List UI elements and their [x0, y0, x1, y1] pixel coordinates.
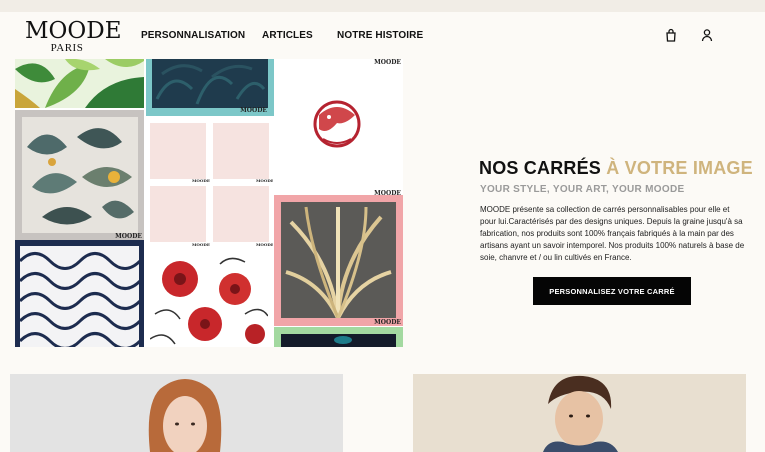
- scarf-brand-mark: MOODE: [374, 59, 401, 66]
- scarf-brand-mark: MOODE: [240, 107, 267, 114]
- model-photo-woman[interactable]: [10, 374, 343, 452]
- shopping-bag-icon[interactable]: [664, 28, 678, 42]
- hero-subtitle: YOUR STYLE, YOUR ART, YOUR MOODE: [480, 184, 685, 195]
- nav-item-articles[interactable]: ARTICLES: [262, 30, 313, 41]
- scarf-brand-mark: MOODE: [192, 242, 210, 247]
- brand-logo-name: MOODE: [25, 18, 122, 44]
- page: MOODE PARIS PERSONNALISATION ARTICLES NO…: [0, 12, 765, 452]
- scarf-brand-mark: MOODE: [256, 242, 273, 247]
- scarf-pink-fans[interactable]: MOODE MOODE MOODE MOODE: [146, 118, 273, 249]
- hero-title-main: NOS CARRÉS: [479, 158, 602, 178]
- user-icon[interactable]: [700, 28, 714, 42]
- scarf-tropical-leaves[interactable]: [15, 59, 144, 108]
- scarf-brand-mark: MOODE: [256, 178, 273, 183]
- scarf-teal-navy[interactable]: MOODE: [146, 59, 274, 116]
- scarf-brand-mark: MOODE: [192, 178, 210, 183]
- model-photo-man[interactable]: [413, 374, 746, 452]
- nav-item-notre-histoire[interactable]: NOTRE HISTOIRE: [337, 30, 423, 41]
- scarf-navy-waves[interactable]: [15, 240, 144, 347]
- scarf-brand-mark: MOODE: [115, 233, 142, 240]
- scarf-palm-leaves[interactable]: MOODE: [274, 195, 403, 326]
- scarf-brand-mark: MOODE: [374, 319, 401, 326]
- scarf-red-flowers[interactable]: [146, 254, 273, 347]
- scarf-green-border[interactable]: [274, 327, 403, 347]
- hero-title-accent: À VOTRE IMAGE: [606, 158, 753, 178]
- nav-item-personnalisation[interactable]: PERSONNALISATION: [141, 30, 245, 41]
- site-header: MOODE PARIS PERSONNALISATION ARTICLES NO…: [0, 12, 765, 58]
- personalize-cta-button[interactable]: PERSONNALISEZ VOTRE CARRÉ: [533, 277, 691, 305]
- hero-title: NOS CARRÉS À VOTRE IMAGE: [479, 158, 753, 179]
- scarf-collage: MOODE MOODE MOODE MOODE MOODE MOODE MOOD…: [15, 59, 403, 347]
- brand-logo[interactable]: MOODE PARIS: [25, 18, 122, 55]
- hero-description: MOODE présente sa collection de carrés p…: [480, 205, 745, 262]
- scarf-red-dragon[interactable]: MOODE MOODE: [275, 59, 403, 199]
- scarf-toucans[interactable]: MOODE: [15, 110, 144, 240]
